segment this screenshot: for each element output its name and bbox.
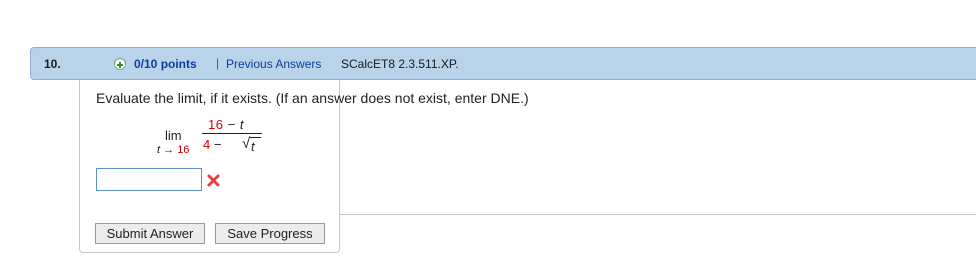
expand-plus-icon[interactable]	[114, 58, 126, 70]
answer-input[interactable]	[96, 168, 202, 191]
lim-word: lim	[165, 128, 182, 143]
header-separator: |	[216, 56, 220, 70]
fraction-bar	[202, 133, 262, 134]
radicand: t	[251, 139, 255, 154]
incorrect-x-icon	[207, 174, 220, 187]
points-link[interactable]: 0/10 points	[134, 57, 197, 71]
numerator: 16 − t	[208, 117, 244, 132]
denominator-op: −	[213, 137, 222, 152]
numerator-const: 16	[208, 117, 224, 132]
question-prompt: Evaluate the limit, if it exists. (If an…	[96, 90, 529, 106]
problem-code: SCalcET8 2.3.511.XP.	[341, 57, 459, 71]
previous-answers-link[interactable]: Previous Answers	[226, 57, 321, 71]
radical-sign: √	[242, 135, 251, 152]
lim-sub-var: t	[157, 144, 161, 156]
denominator: 4 −	[203, 137, 221, 152]
lim-sub-arrow: →	[163, 144, 175, 156]
numerator-var: t	[239, 117, 244, 132]
panel-divider	[339, 214, 976, 215]
radical-bar	[250, 137, 261, 138]
lim-sub-value: 16	[177, 144, 190, 156]
save-progress-button[interactable]: Save Progress	[215, 223, 325, 244]
numerator-op: −	[227, 117, 236, 132]
question-number: 10.	[44, 57, 61, 71]
denominator-const: 4	[203, 137, 211, 152]
lim-subscript: t → 16	[157, 144, 189, 156]
question-header-bar: 10. 0/10 points | Previous Answers SCalc…	[30, 47, 976, 80]
submit-answer-button[interactable]: Submit Answer	[95, 223, 205, 244]
